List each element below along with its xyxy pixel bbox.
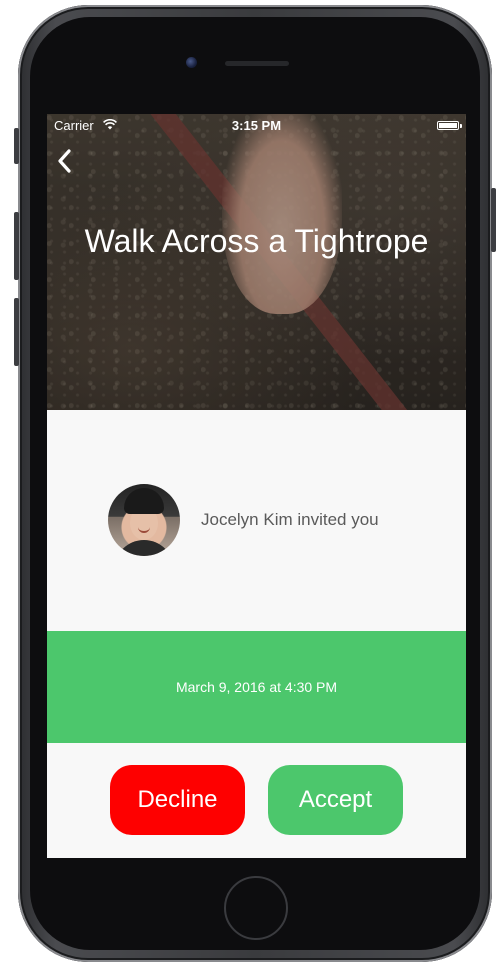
avatar[interactable] (108, 484, 180, 556)
event-title: Walk Across a Tightrope (84, 223, 429, 259)
power-button (491, 188, 496, 252)
app-screen: Carrier 3:15 PM Walk Across a Tightrope … (47, 114, 466, 858)
status-bar: Carrier 3:15 PM (47, 114, 466, 136)
status-time: 3:15 PM (231, 118, 282, 133)
invite-text: Jocelyn Kim invited you (201, 510, 379, 529)
avatar-body (114, 540, 174, 556)
volume-up-button (14, 212, 19, 280)
chevron-left-icon[interactable] (55, 147, 75, 175)
volume-down-button (14, 298, 19, 366)
event-date: March 9, 2016 at 4:30 PM (175, 679, 338, 695)
hero-overlay (47, 114, 466, 410)
battery-tip (460, 124, 462, 128)
hero-image: Carrier 3:15 PM Walk Across a Tightrope (47, 114, 466, 410)
decline-button[interactable]: Decline (110, 765, 245, 835)
date-bar: March 9, 2016 at 4:30 PM (47, 631, 466, 743)
home-button[interactable] (224, 876, 288, 940)
battery-level (439, 123, 457, 128)
action-bar: Decline Accept (47, 743, 466, 858)
avatar-hat (124, 488, 164, 514)
accept-button[interactable]: Accept (268, 765, 403, 835)
mute-switch (14, 128, 19, 164)
earpiece-speaker (225, 61, 289, 66)
battery-icon (437, 121, 459, 130)
invite-section: Jocelyn Kim invited you (47, 410, 466, 631)
front-camera (186, 57, 197, 68)
